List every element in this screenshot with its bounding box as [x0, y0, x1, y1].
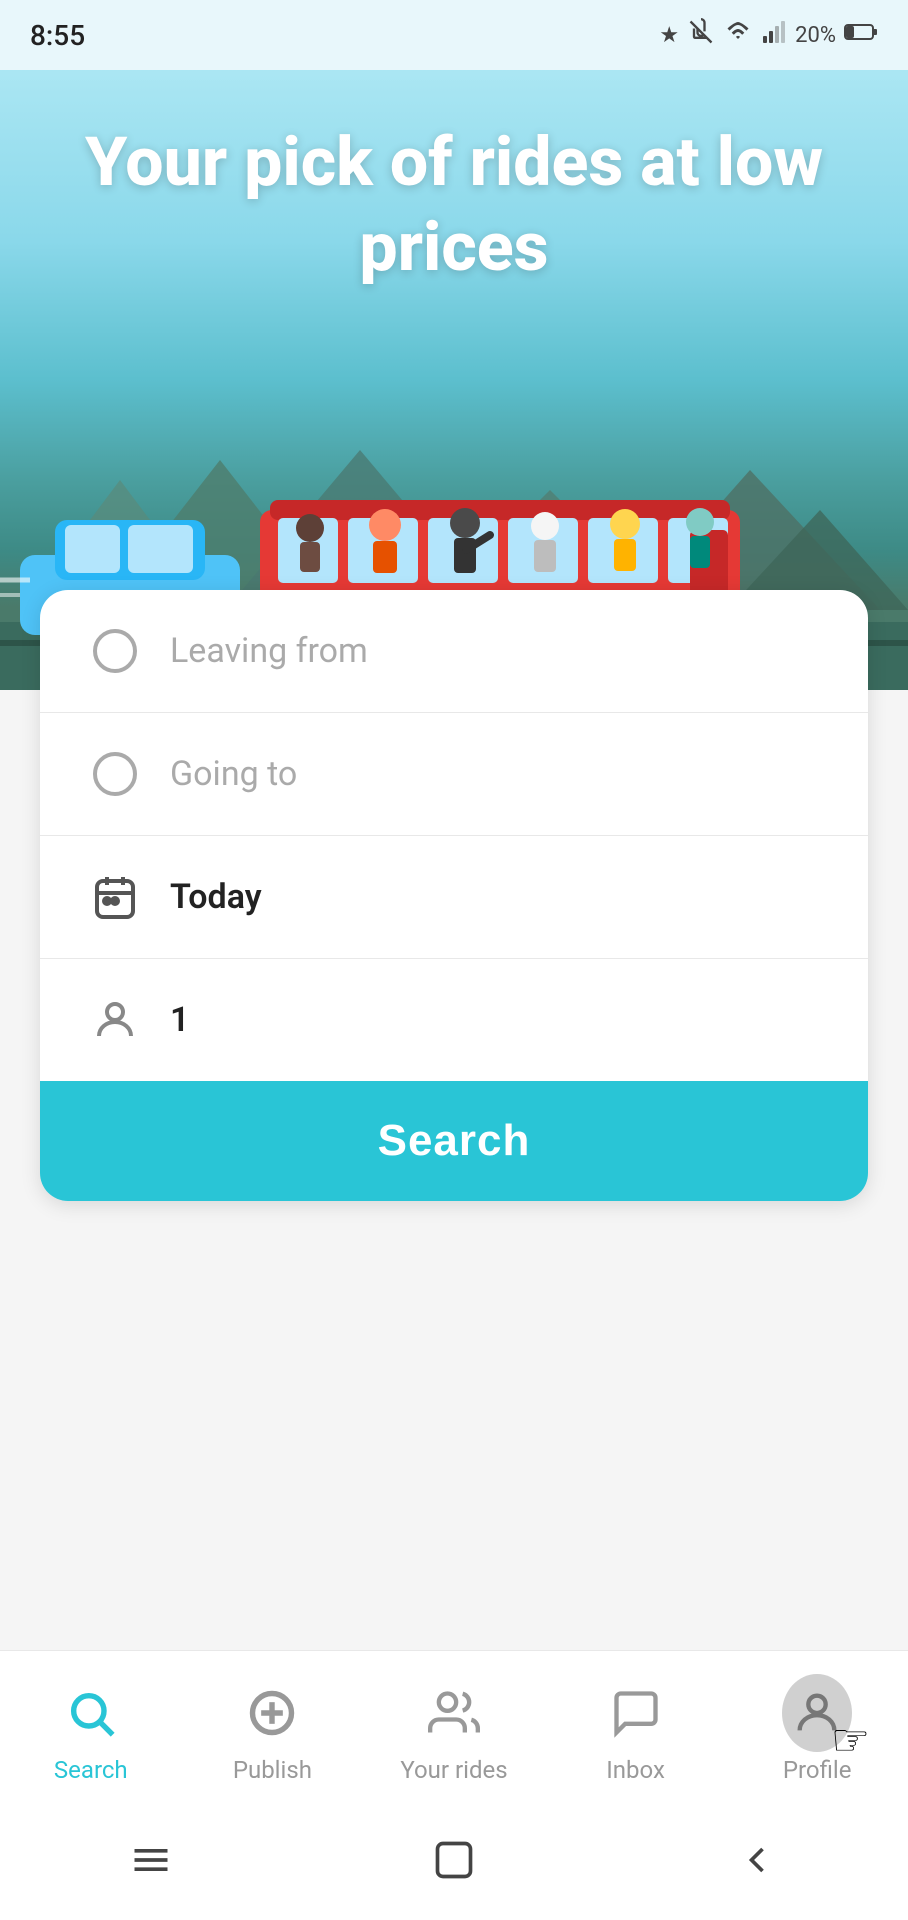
search-nav-icon — [56, 1678, 126, 1748]
search-nav-label: Search — [54, 1756, 128, 1784]
publish-nav-label: Publish — [233, 1756, 312, 1784]
bluetooth-icon: ★ — [659, 23, 679, 48]
status-icons: ★ — [659, 18, 878, 52]
search-card: Leaving from Going to Today — [40, 590, 868, 1201]
leaving-from-icon — [90, 626, 140, 676]
inbox-nav-icon — [601, 1678, 671, 1748]
going-to-row[interactable]: Going to — [40, 713, 868, 836]
system-nav-bar — [0, 1810, 908, 1920]
nav-item-publish[interactable]: Publish — [182, 1678, 364, 1784]
your-rides-nav-icon — [419, 1678, 489, 1748]
hero-title-area: Your pick of rides at low prices — [0, 80, 908, 290]
search-button[interactable]: Search — [40, 1081, 868, 1201]
date-value: Today — [170, 877, 262, 917]
wifi-icon — [723, 20, 753, 50]
app-wrapper: 8:55 ★ — [0, 0, 908, 1920]
mute-icon — [687, 18, 715, 52]
bottom-navigation: Search Publish — [0, 1650, 908, 1810]
date-row[interactable]: Today — [40, 836, 868, 959]
nav-item-profile[interactable]: ☞ Profile — [726, 1678, 908, 1784]
inbox-nav-label: Inbox — [606, 1756, 665, 1784]
passengers-value: 1 — [170, 1000, 189, 1040]
passengers-row[interactable]: 1 — [40, 959, 868, 1081]
nav-item-inbox[interactable]: Inbox — [545, 1678, 727, 1784]
hero-title: Your pick of rides at low prices — [70, 120, 838, 290]
back-button[interactable] — [735, 1838, 779, 1892]
profile-nav-label: Profile — [783, 1756, 852, 1784]
recent-apps-button[interactable] — [129, 1838, 173, 1892]
home-button[interactable] — [432, 1838, 476, 1892]
status-bar: 8:55 ★ — [0, 0, 908, 70]
status-time: 8:55 — [30, 19, 85, 52]
passengers-icon — [90, 995, 140, 1045]
calendar-icon — [90, 872, 140, 922]
going-to-icon — [90, 749, 140, 799]
hero-section: Your pick of rides at low prices — [0, 0, 908, 690]
battery-text: 20% — [795, 23, 836, 48]
going-to-label: Going to — [170, 754, 297, 794]
signal-icon — [761, 20, 787, 50]
profile-nav-icon: ☞ — [782, 1678, 852, 1748]
leaving-from-label: Leaving from — [170, 631, 368, 671]
your-rides-nav-label: Your rides — [400, 1756, 507, 1784]
nav-item-search[interactable]: Search — [0, 1678, 182, 1784]
publish-nav-icon — [237, 1678, 307, 1748]
battery-icon — [844, 22, 878, 48]
nav-item-your-rides[interactable]: Your rides — [363, 1678, 545, 1784]
leaving-from-row[interactable]: Leaving from — [40, 590, 868, 713]
